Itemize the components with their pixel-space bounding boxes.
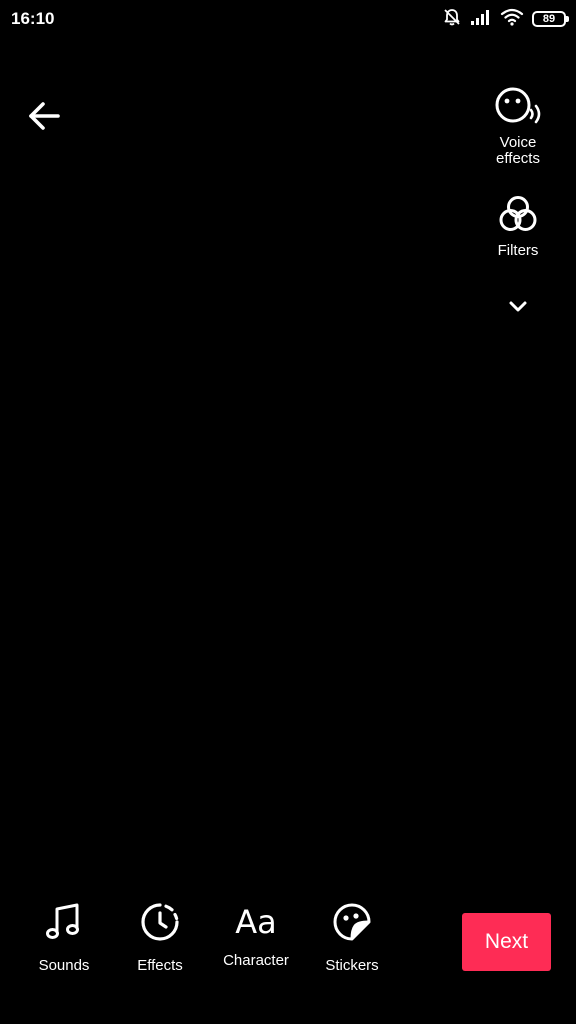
filters-button[interactable]: Filters — [468, 192, 568, 259]
voice-effects-label-line1: Voice — [499, 134, 537, 151]
voice-effects-icon — [492, 84, 544, 135]
character-label: Character — [223, 952, 289, 969]
wifi-icon — [500, 8, 524, 31]
status-bar: 16:10 89 — [0, 0, 576, 40]
status-icons: 89 — [442, 7, 569, 32]
more-options-button[interactable] — [468, 294, 568, 325]
signal-icon — [470, 8, 492, 31]
music-note-icon — [40, 898, 88, 951]
sticker-face-icon — [328, 898, 376, 951]
battery-icon: 89 — [532, 11, 569, 27]
effects-button[interactable]: Effects — [115, 898, 205, 974]
chevron-down-icon — [505, 294, 531, 325]
effects-clock-icon — [136, 898, 184, 951]
stickers-label: Stickers — [325, 957, 379, 974]
character-button[interactable]: Aa Character — [211, 898, 301, 969]
status-time: 16:10 — [11, 9, 55, 28]
arrow-left-icon — [27, 99, 61, 138]
stickers-button[interactable]: Stickers — [307, 898, 397, 974]
text-aa-icon: Aa — [235, 903, 277, 941]
filters-label: Filters — [497, 242, 539, 259]
voice-effects-label-line2: effects — [496, 150, 540, 167]
filters-icon — [495, 192, 541, 243]
sounds-button[interactable]: Sounds — [19, 898, 109, 974]
notifications-off-icon — [442, 7, 462, 32]
next-button[interactable]: Next — [462, 913, 551, 971]
effects-label: Effects — [137, 957, 183, 974]
back-button[interactable] — [24, 98, 64, 138]
sounds-label: Sounds — [38, 957, 90, 974]
voice-effects-button[interactable]: Voice effects — [468, 84, 568, 167]
